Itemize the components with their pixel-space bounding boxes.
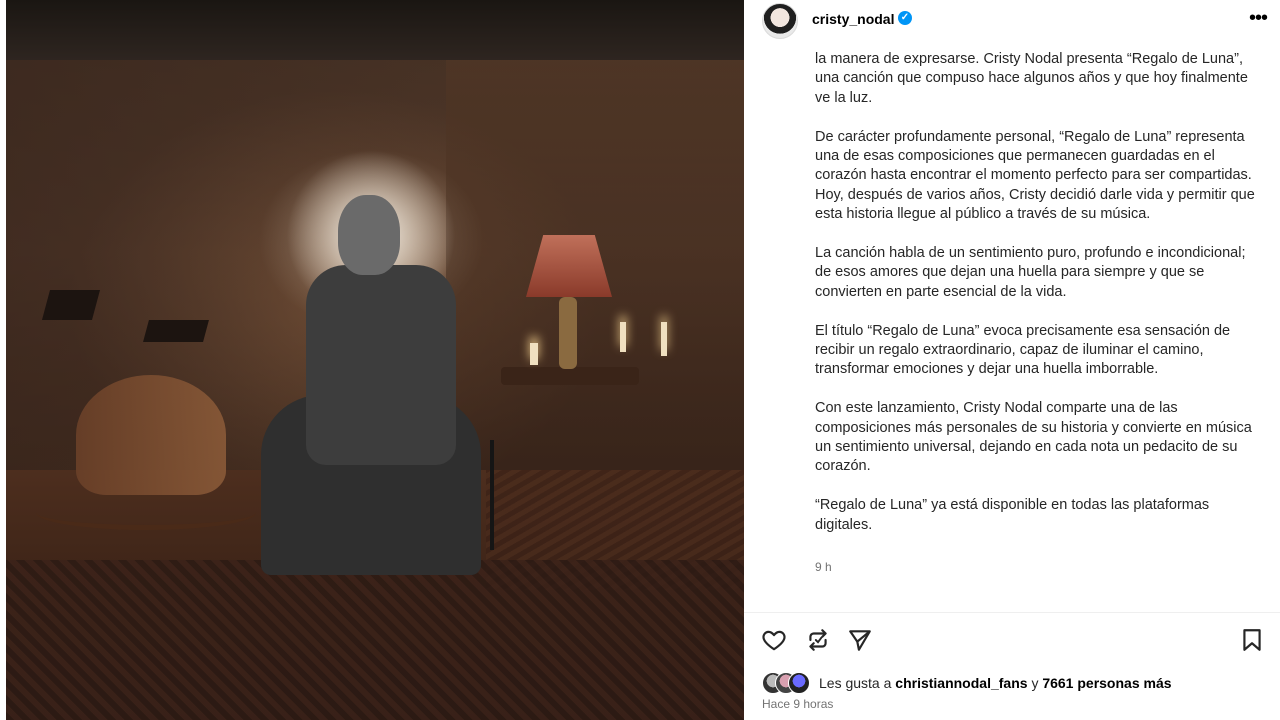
liker-avatars[interactable] — [762, 672, 818, 694]
liker-avatar — [788, 672, 810, 694]
caption-paragraph: Con este lanzamiento, Cristy Nodal compa… — [815, 400, 1252, 475]
caption-paragraph: la manera de expresarse. Cristy Nodal pr… — [815, 51, 1248, 106]
photo-side-table — [501, 367, 639, 385]
photo-rug — [6, 560, 744, 720]
heart-icon — [762, 630, 786, 651]
caption-paragraph: De carácter profundamente personal, “Reg… — [815, 128, 1255, 223]
photo-lamp-base — [559, 297, 577, 369]
photo-rocking-horse-base — [36, 495, 256, 530]
repost-button[interactable] — [802, 624, 834, 656]
like-button[interactable] — [758, 624, 790, 656]
photo-candle — [530, 343, 538, 365]
action-bar — [744, 624, 1280, 660]
photo-ceiling — [6, 0, 744, 60]
caption-timestamp[interactable]: 9 h — [815, 560, 832, 574]
photo-candle — [620, 322, 626, 352]
photo-music-stand — [143, 320, 209, 342]
likes-row: Les gusta a christiannodal_fans y 7661 p… — [762, 672, 1272, 694]
share-button[interactable] — [844, 624, 876, 656]
username-link[interactable]: cristy_nodal — [812, 11, 894, 27]
liker-username-link[interactable]: christiannodal_fans — [895, 675, 1027, 691]
likes-summary: Les gusta a christiannodal_fans y 7661 p… — [819, 675, 1172, 691]
photo-figure-head — [338, 195, 400, 275]
likes-prefix: Les gusta a — [819, 675, 892, 691]
share-icon — [849, 630, 871, 651]
avatar[interactable] — [762, 3, 798, 39]
photo-candle — [661, 322, 667, 356]
repost-icon — [809, 629, 827, 651]
caption-paragraph: El título “Regalo de Luna” evoca precisa… — [815, 322, 1231, 378]
likes-count-link[interactable]: 7661 personas más — [1042, 675, 1171, 691]
save-button[interactable] — [1236, 624, 1268, 656]
bookmark-icon — [1243, 629, 1261, 651]
post-caption: la manera de expresarse. Cristy Nodal pr… — [815, 50, 1255, 554]
caption-paragraph: “Regalo de Luna” ya está disponible en t… — [815, 497, 1210, 533]
photo-figure-body — [306, 265, 456, 465]
verified-badge-icon: ✓ — [898, 11, 912, 25]
post-header: cristy_nodal ✓ ••• — [744, 0, 1280, 42]
post-image[interactable] — [6, 0, 744, 720]
likes-conjunction: y — [1031, 675, 1039, 691]
post-timestamp[interactable]: Hace 9 horas — [762, 697, 833, 711]
divider — [744, 612, 1280, 613]
more-options-icon[interactable]: ••• — [1249, 8, 1268, 28]
photo-music-stand — [41, 290, 101, 320]
caption-paragraph: La canción habla de un sentimiento puro,… — [815, 245, 1246, 300]
post-side-panel: cristy_nodal ✓ ••• la manera de expresar… — [744, 0, 1280, 720]
photo-rocking-horse — [76, 375, 226, 495]
